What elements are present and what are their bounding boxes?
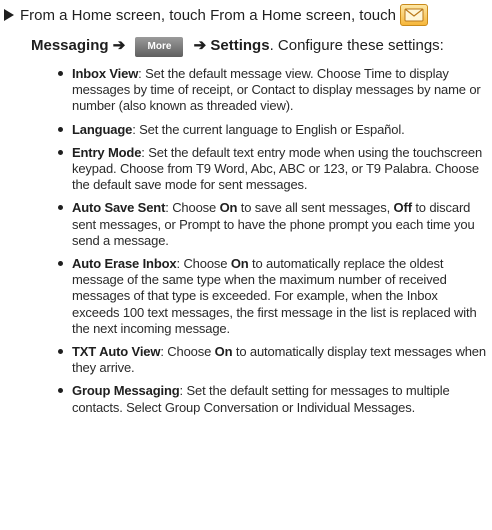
settings-item: Inbox View: Set the default message view…: [58, 66, 486, 115]
setting-description: : Set the current language to English or…: [132, 121, 405, 137]
setting-term: Language: [72, 121, 133, 137]
settings-item: Auto Erase Inbox: Choose On to automatic…: [58, 256, 486, 337]
setting-term: Group Messaging: [72, 383, 180, 399]
bullet-icon: [58, 205, 63, 211]
settings-list: Inbox View: Set the default message view…: [58, 66, 486, 423]
setting-keyword: On: [230, 256, 249, 272]
setting-description: : Choose: [176, 256, 231, 272]
bullet-icon: [58, 388, 63, 394]
step-line-2: Messaging ➔ More ➔ Settings. Configure t…: [31, 33, 490, 59]
settings-item: Entry Mode: Set the default text entry m…: [58, 145, 486, 194]
arrow-separator: ➔: [112, 37, 126, 54]
settings-item: Language: Set the current language to En…: [58, 122, 486, 138]
setting-term: Entry Mode: [72, 144, 142, 160]
setting-keyword: On: [219, 200, 238, 216]
step-line-1: From a Home screen, touch From a Home sc…: [4, 4, 490, 28]
setting-description: to save all sent messages,: [237, 200, 394, 216]
bullet-icon: [58, 261, 63, 267]
setting-term: TXT Auto View: [72, 344, 161, 360]
setting-description: : Choose: [160, 344, 215, 360]
messaging-envelope-icon[interactable]: [399, 4, 428, 26]
step-text-rest: . Configure these settings:: [269, 37, 444, 54]
settings-item: TXT Auto View: Choose On to automaticall…: [58, 344, 486, 376]
setting-keyword: Off: [393, 200, 412, 216]
messaging-label: Messaging: [31, 37, 109, 54]
settings-item: Group Messaging: Set the default setting…: [58, 383, 486, 415]
settings-label: Settings: [210, 37, 270, 54]
setting-keyword: On: [214, 344, 233, 360]
instruction-step: From a Home screen, touch From a Home sc…: [4, 4, 490, 59]
step-text: From a Home screen, touch From a Home sc…: [20, 7, 396, 24]
right-triangle-icon: [4, 9, 14, 21]
setting-term: Auto Erase Inbox: [72, 256, 177, 272]
bullet-icon: [58, 149, 63, 155]
arrow-separator: ➔: [193, 37, 207, 54]
bullet-icon: [58, 126, 63, 132]
setting-description: : Choose: [165, 200, 220, 216]
bullet-icon: [58, 71, 63, 76]
setting-term: Inbox View: [72, 66, 139, 81]
manual-page: From a Home screen, touch From a Home sc…: [0, 0, 492, 530]
setting-term: Auto Save Sent: [72, 200, 166, 216]
more-button[interactable]: More: [135, 37, 184, 57]
bullet-icon: [58, 349, 63, 355]
settings-item: Auto Save Sent: Choose On to save all se…: [58, 200, 486, 249]
